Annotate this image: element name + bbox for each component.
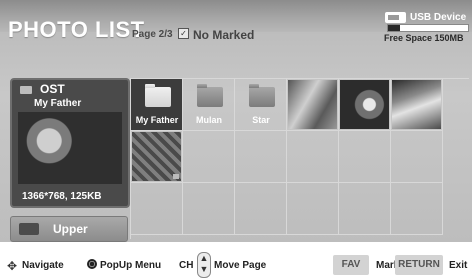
- ok-button-icon: [87, 259, 97, 269]
- return-key[interactable]: RETURN: [395, 255, 443, 275]
- navigate-label: Navigate: [22, 260, 64, 271]
- grid-empty-cell: [287, 183, 339, 235]
- grid-folder-item[interactable]: My Father: [131, 79, 183, 131]
- grid-photo-item[interactable]: [391, 79, 443, 131]
- marked-status: No Marked: [193, 28, 255, 42]
- grid-empty-cell: [235, 131, 287, 183]
- upper-button[interactable]: Upper: [10, 216, 128, 242]
- folder-icon: [20, 86, 32, 94]
- move-page-label: Move Page: [214, 260, 267, 271]
- photo-badge-icon: [173, 174, 179, 179]
- grid-item-label: My Father: [135, 115, 179, 125]
- upper-label: Upper: [53, 222, 88, 236]
- photo-grid: My Father Mulan Star: [130, 78, 469, 239]
- grid-empty-cell: [287, 131, 339, 183]
- folder-icon: [145, 84, 171, 107]
- photo-thumbnail: [340, 80, 389, 129]
- grid-photo-item[interactable]: [339, 79, 391, 131]
- footer-bar: ✥ Navigate PopUp Menu CH ▲ ▼ Move Page FA…: [0, 242, 472, 278]
- usb-device-label: USB Device: [410, 12, 467, 23]
- channel-rocker-icon: ▲ ▼: [197, 252, 211, 278]
- preview-panel: OST My Father 1366*768, 125KB: [10, 78, 130, 208]
- grid-empty-cell: [183, 131, 235, 183]
- grid-folder-item[interactable]: Star: [235, 79, 287, 131]
- grid-photo-item[interactable]: [287, 79, 339, 131]
- grid-empty-cell: [391, 131, 443, 183]
- grid-empty-cell: [183, 183, 235, 235]
- grid-empty-cell: [131, 183, 183, 235]
- ch-label: CH: [179, 260, 194, 271]
- preview-photo: [18, 112, 122, 184]
- grid-item-label: Star: [252, 115, 270, 125]
- fav-key[interactable]: FAV: [333, 255, 369, 275]
- free-space-bar: [387, 24, 469, 32]
- popup-menu-label: PopUp Menu: [100, 260, 162, 271]
- photo-thumbnail: [392, 80, 441, 129]
- preview-name: OST: [40, 82, 65, 96]
- grid-empty-cell: [339, 183, 391, 235]
- folder-up-icon: [19, 223, 39, 235]
- free-space-label: Free Space 150MB: [384, 33, 464, 43]
- grid-empty-cell: [391, 183, 443, 235]
- usb-icon: [385, 12, 406, 23]
- arrows-icon: ✥: [7, 259, 18, 273]
- photo-thumbnail: [288, 80, 337, 129]
- page-title: PHOTO LIST: [8, 17, 145, 42]
- preview-resolution: 1366*768, 125KB: [22, 191, 102, 202]
- grid-empty-cell: [235, 183, 287, 235]
- grid-empty-cell: [339, 131, 391, 183]
- preview-subtitle: My Father: [34, 98, 82, 109]
- folder-icon: [197, 84, 223, 107]
- checkbox-icon: ✓: [178, 28, 189, 39]
- page-indicator: Page 2/3: [132, 29, 173, 40]
- grid-folder-item[interactable]: Mulan: [183, 79, 235, 131]
- grid-item-label: Mulan: [196, 115, 222, 125]
- grid-photo-item[interactable]: [131, 131, 183, 183]
- exit-label: Exit: [449, 260, 468, 271]
- folder-icon: [249, 84, 275, 107]
